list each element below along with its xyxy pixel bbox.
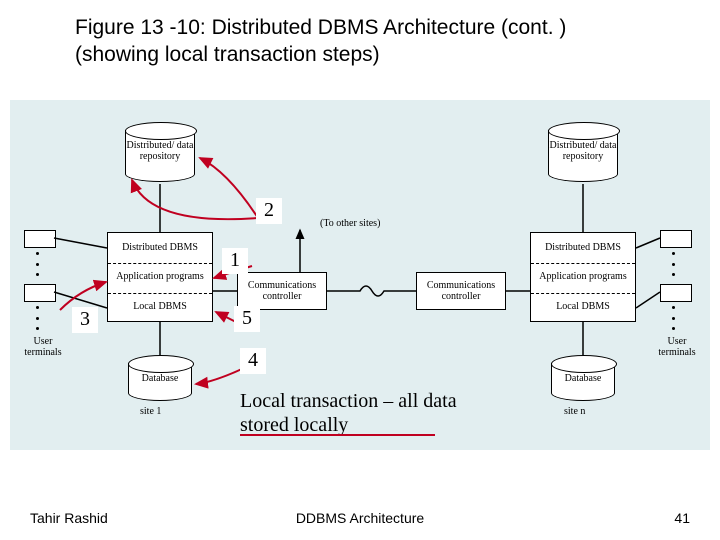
dashed-separator [108, 263, 212, 264]
dashed-separator [531, 293, 635, 294]
dist-dbms-label: Distributed DBMS [531, 233, 635, 262]
terminal-box [24, 284, 56, 302]
ellipsis-dots [672, 252, 678, 276]
dist-dbms-label: Distributed DBMS [108, 233, 212, 262]
right-repository-cylinder: Distributed/ data repository [548, 122, 618, 182]
left-comm-controller: Communications controller [237, 272, 327, 310]
local-dbms-label: Local DBMS [108, 292, 212, 321]
ellipsis-dots [672, 306, 678, 330]
local-dbms-label: Local DBMS [531, 292, 635, 321]
step-1-label: 1 [222, 248, 248, 274]
right-comm-controller: Communications controller [416, 272, 506, 310]
dashed-separator [108, 293, 212, 294]
left-stack-box: Distributed DBMS Application programs Lo… [107, 232, 213, 322]
figure-title: Figure 13 -10: Distributed DBMS Architec… [75, 14, 635, 69]
terminal-box [660, 284, 692, 302]
step-2-label: 2 [256, 198, 282, 224]
site-1-label: site 1 [140, 406, 161, 417]
site-n-label: site n [564, 406, 585, 417]
terminal-box [24, 230, 56, 248]
left-repository-cylinder: Distributed/ data repository [125, 122, 195, 182]
right-stack-box: Distributed DBMS Application programs Lo… [530, 232, 636, 322]
title-line-2: (showing local transaction steps) [75, 43, 380, 66]
left-database-cylinder: Database [128, 355, 192, 400]
terminal-box [660, 230, 692, 248]
footer-page-num: 41 [674, 510, 690, 526]
step-4-label: 4 [240, 348, 266, 374]
ellipsis-dots [36, 306, 42, 330]
dashed-separator [531, 263, 635, 264]
ellipsis-dots [36, 252, 42, 276]
title-line-1: Figure 13 -10: Distributed DBMS Architec… [75, 16, 566, 39]
step-5-label: 5 [234, 306, 260, 332]
step-3-label: 3 [72, 307, 98, 333]
user-terminals-label: User terminals [18, 336, 68, 358]
app-prog-label: Application programs [531, 262, 635, 291]
comm-controller-label: Communications controller [417, 280, 505, 302]
user-terminals-label: User terminals [652, 336, 702, 358]
app-prog-label: Application programs [108, 262, 212, 291]
comm-controller-label: Communications controller [238, 280, 326, 302]
footer-title: DDBMS Architecture [0, 510, 720, 526]
local-transaction-caption: Local transaction – all data stored loca… [240, 389, 480, 437]
to-other-sites-label: (To other sites) [320, 218, 380, 229]
right-database-cylinder: Database [551, 355, 615, 400]
